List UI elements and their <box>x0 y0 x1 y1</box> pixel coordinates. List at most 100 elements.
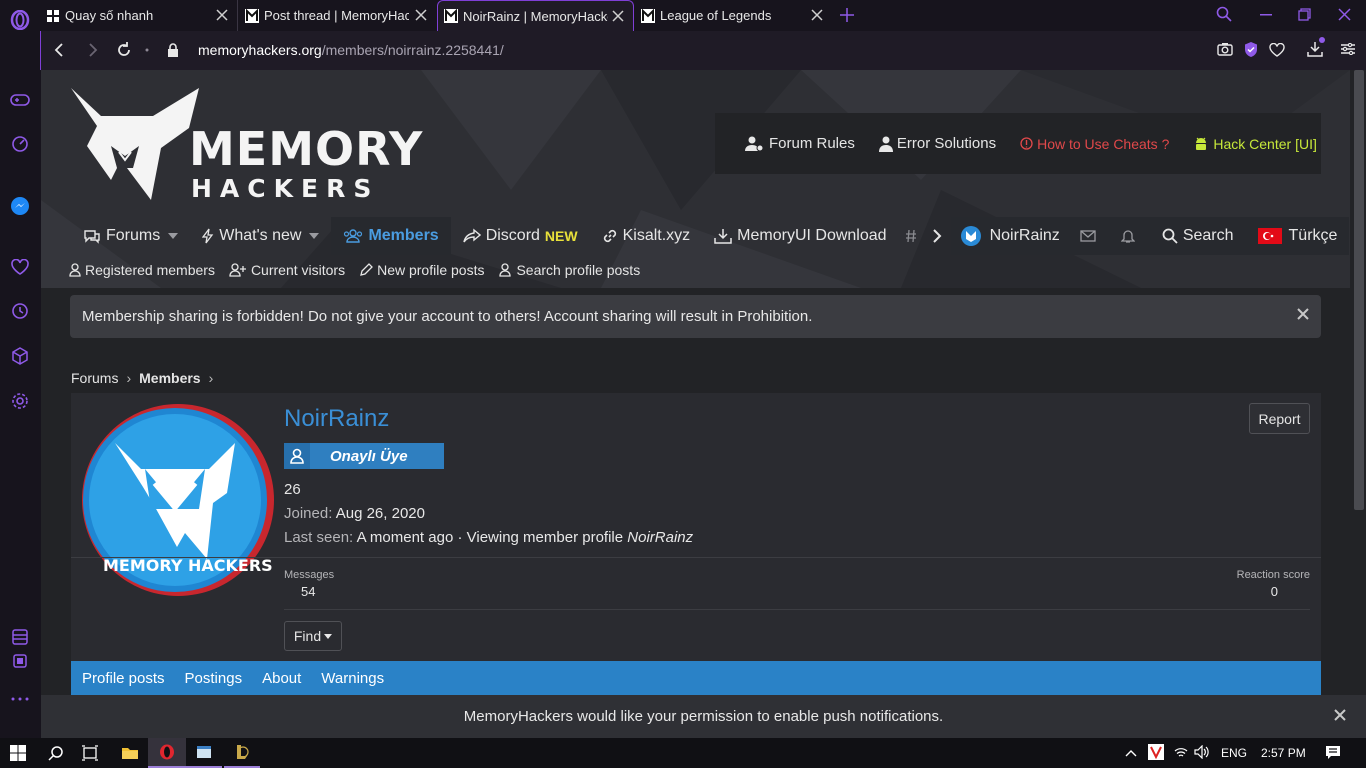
nav-forums[interactable]: Forums <box>71 217 190 255</box>
nav-memoryui-download[interactable]: MemoryUI Download <box>702 217 898 255</box>
opera-logo-icon[interactable] <box>9 9 31 31</box>
how-to-use-link[interactable]: How to Use Cheats ? <box>1020 136 1169 152</box>
current-visitors-label: Current visitors <box>250 262 346 278</box>
messenger-icon[interactable] <box>9 195 31 217</box>
clock[interactable]: 2:57 PM <box>1261 746 1306 760</box>
nav-discord[interactable]: Discord NEW <box>451 217 590 255</box>
tab-profile-posts[interactable]: Profile posts <box>82 670 165 687</box>
close-icon[interactable] <box>1297 308 1309 320</box>
envelope-icon <box>1080 230 1096 242</box>
forward-icon[interactable] <box>83 41 101 59</box>
tab-league-of-legends[interactable]: League of Legends <box>635 0 832 31</box>
new-profile-posts-link[interactable]: New profile posts <box>359 262 484 278</box>
tab-postings[interactable]: Postings <box>185 670 243 687</box>
url-domain: memoryhackers.org <box>198 42 322 58</box>
site-logo[interactable]: MEMORY HACKERS <box>69 86 422 204</box>
last-seen-activity-target[interactable]: NoirRainz <box>627 529 693 546</box>
volume-icon[interactable] <box>1194 745 1210 759</box>
close-icon[interactable] <box>215 8 229 22</box>
minimize-icon[interactable] <box>1260 14 1272 16</box>
bolt-icon <box>202 228 214 244</box>
file-explorer-button[interactable] <box>112 738 148 768</box>
easy-setup-icon[interactable] <box>1341 43 1355 55</box>
nav-language[interactable]: Türkçe <box>1245 217 1350 255</box>
error-solutions-label: Error Solutions <box>896 135 997 152</box>
reaction-score-value[interactable]: 0 <box>1271 584 1278 599</box>
hack-center-link[interactable]: Hack Center [UI] <box>1193 136 1317 152</box>
nav-kisalt[interactable]: Kisalt.xyz <box>590 217 703 255</box>
download-icon[interactable] <box>1307 41 1323 57</box>
camera-icon[interactable] <box>1217 42 1233 56</box>
tab-noirrainz[interactable]: NoirRainz | MemoryHackers <box>437 0 634 31</box>
search-tabs-icon[interactable] <box>1216 6 1232 22</box>
close-icon[interactable] <box>414 8 428 22</box>
nav-user-account[interactable]: NoirRainz <box>950 217 1070 255</box>
bookmark-heart-icon[interactable] <box>1269 43 1285 57</box>
tab-post-thread[interactable]: Post thread | MemoryHackers <box>239 0 436 31</box>
breadcrumb-forums[interactable]: Forums <box>71 370 118 386</box>
wifi-icon[interactable] <box>1174 746 1188 758</box>
task-view-icon <box>82 745 98 761</box>
messages-value[interactable]: 54 <box>301 584 315 599</box>
close-icon[interactable] <box>810 8 824 22</box>
chevron-down-icon[interactable] <box>168 233 179 239</box>
taskbar-search-button[interactable] <box>38 738 74 768</box>
settings-icon[interactable] <box>9 390 31 412</box>
task-view-button[interactable] <box>72 738 108 768</box>
nav-alerts[interactable] <box>1110 217 1150 255</box>
search-profile-posts-link[interactable]: Search profile posts <box>498 262 640 278</box>
cube-icon[interactable] <box>9 345 31 367</box>
nav-search[interactable]: Search <box>1149 217 1246 255</box>
current-visitors-link[interactable]: Current visitors <box>229 262 345 278</box>
forum-rules-link[interactable]: Forum Rules <box>745 135 855 152</box>
restore-icon[interactable] <box>1298 8 1311 21</box>
nav-members[interactable]: Members <box>331 217 451 255</box>
chevron-up-icon[interactable] <box>1125 749 1137 757</box>
new-tab-plus-icon[interactable] <box>840 8 854 22</box>
reload-icon[interactable] <box>115 41 133 59</box>
speed-dial-icon[interactable] <box>9 133 31 155</box>
gamepad-icon[interactable] <box>9 89 31 111</box>
tab-about[interactable]: About <box>262 670 301 687</box>
league-client-taskbar-button[interactable] <box>224 738 260 768</box>
comments-icon <box>84 230 100 244</box>
back-icon[interactable] <box>51 41 69 59</box>
more-icon[interactable] <box>9 688 31 710</box>
scrollbar-thumb[interactable] <box>1354 70 1364 510</box>
find-button[interactable]: Find <box>284 621 342 651</box>
close-window-icon[interactable] <box>1338 8 1351 21</box>
memoryhackers-favicon-icon <box>444 9 458 23</box>
vpn-shield-icon[interactable] <box>1243 41 1259 58</box>
breadcrumb-members[interactable]: Members <box>139 370 200 386</box>
push-notification-text[interactable]: MemoryHackers would like your permission… <box>464 708 943 725</box>
nav-inbox[interactable] <box>1069 217 1111 255</box>
tab-label: League of Legends <box>660 8 772 23</box>
error-solutions-link[interactable]: Error Solutions <box>878 135 997 152</box>
opera-taskbar-button[interactable] <box>148 738 186 768</box>
scrollbar[interactable] <box>1350 70 1366 738</box>
report-button[interactable]: Report <box>1249 403 1310 434</box>
registered-members-link[interactable]: Registered members <box>69 262 215 278</box>
nav-forums-label: Forums <box>106 227 161 244</box>
cpu-icon[interactable] <box>9 650 31 672</box>
close-icon[interactable] <box>1334 709 1346 721</box>
url-field[interactable]: memoryhackers.org/members/noirrainz.2258… <box>198 42 504 58</box>
link-icon <box>603 229 616 243</box>
close-icon[interactable] <box>611 9 625 23</box>
notifications-icon[interactable] <box>1325 745 1341 760</box>
lock-icon[interactable] <box>167 43 179 57</box>
app-taskbar-button[interactable] <box>186 738 222 768</box>
start-button[interactable] <box>0 738 36 768</box>
nav-scroll-right[interactable] <box>928 217 951 255</box>
nav-hash[interactable] <box>899 217 928 255</box>
chevron-down-icon[interactable] <box>309 233 320 239</box>
nav-whats-new[interactable]: What's new <box>190 217 331 255</box>
history-icon[interactable] <box>9 300 31 322</box>
input-language[interactable]: ENG <box>1221 746 1247 760</box>
vivaldi-tray-icon[interactable] <box>1148 744 1164 760</box>
server-icon[interactable] <box>9 626 31 648</box>
new-profile-posts-label: New profile posts <box>377 262 485 278</box>
tab-speed-dial[interactable]: Quay số nhanh <box>40 0 238 31</box>
tab-warnings[interactable]: Warnings <box>321 670 384 687</box>
heart-icon[interactable] <box>9 256 31 278</box>
